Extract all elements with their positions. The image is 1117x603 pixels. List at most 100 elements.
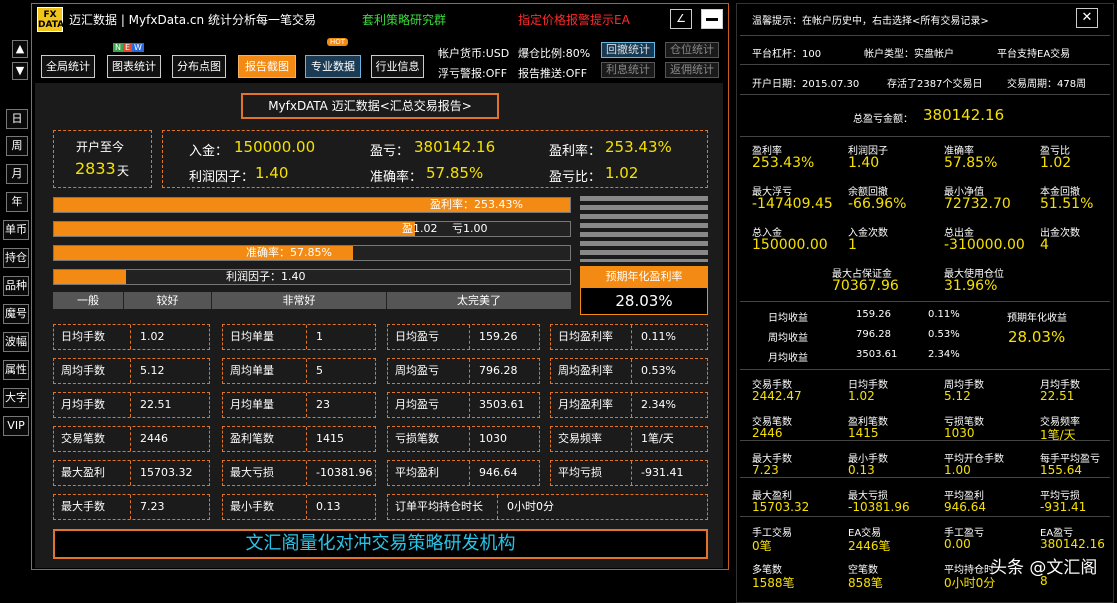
r-value: 1	[848, 237, 857, 253]
accuracy-label: 准确率：	[370, 170, 423, 185]
annual-yield-value: 28.03%	[1008, 328, 1066, 346]
minimize-button[interactable]	[701, 9, 723, 29]
r-value: 253.43%	[752, 155, 815, 171]
survival-days: 存活了2387个交易日	[887, 79, 983, 90]
stat-cell: 订单平均持仓时长 0小时0分	[387, 494, 708, 520]
tab-all-stats[interactable]: 全局统计	[41, 55, 95, 78]
r-value: 946.64	[944, 500, 986, 514]
r-value: 1.00	[944, 463, 971, 477]
r-value: 4	[1040, 237, 1049, 253]
side-year[interactable]: 年	[6, 192, 28, 212]
banner: 文汇阁量化对冲交易策略研发机构	[53, 529, 708, 559]
profit-factor-bar: 利润因子：1.40	[53, 269, 571, 285]
divider	[740, 301, 1110, 302]
edit-icon[interactable]: ∠	[670, 9, 692, 29]
report-push: 报告推送:OFF	[518, 67, 588, 80]
stat-cell: 交易笔数 2446	[53, 426, 210, 452]
profit-rate-value: 253.43%	[605, 138, 672, 156]
profit-label: 盈亏：	[370, 144, 410, 159]
interest-stats-button[interactable]: 利息统计	[601, 62, 655, 78]
close-icon[interactable]: ✕	[1076, 8, 1098, 28]
pl-ratio-value: 1.02	[605, 164, 639, 182]
r-value: 858笔	[848, 576, 883, 590]
stat-cell: 日均单量 1	[222, 324, 376, 350]
stat-cell: 亏损笔数 1030	[387, 426, 540, 452]
drawdown-stats-button[interactable]: 回撤统计	[601, 42, 655, 58]
r-value: 0笔	[752, 539, 772, 553]
stat-cell: 最小手数 0.13	[222, 494, 376, 520]
r-value: 1415	[848, 426, 879, 440]
side-volatility[interactable]: 波幅	[3, 332, 29, 352]
side-week[interactable]: 周	[6, 136, 28, 156]
liquidation-ratio: 爆仓比例:80%	[518, 47, 591, 60]
r-value: 380142.16	[1040, 537, 1105, 551]
r-value: -66.96%	[848, 196, 907, 212]
annual-value: 28.03%	[580, 287, 708, 315]
hot-badge: HOT	[327, 38, 349, 46]
scroll-up-button[interactable]: ▲	[12, 40, 28, 58]
annual-yield-label: 预期年化收益	[1007, 313, 1067, 324]
total-pl-label: 总盈亏金额：	[853, 114, 913, 125]
avg-cell: 159.26	[856, 309, 891, 320]
divider	[740, 516, 1110, 517]
accuracy-value: 57.85%	[426, 164, 484, 182]
divider	[740, 94, 1110, 95]
r-value: 1.02	[848, 389, 875, 403]
stat-cell: 日均盈利率 0.11%	[550, 324, 708, 350]
avg-cell: 日均收益	[768, 313, 808, 324]
r-value: 2442.47	[752, 389, 802, 403]
divider	[740, 35, 1110, 36]
rebate-stats-button[interactable]: 返佣统计	[665, 62, 719, 78]
since-unit: 天	[117, 164, 130, 178]
scroll-down-button[interactable]: ▼	[12, 62, 28, 80]
avg-cell: 月均收益	[768, 353, 808, 364]
tab-industry[interactable]: 行业信息	[371, 55, 424, 78]
open-date: 开户日期：2015.07.30	[752, 79, 860, 90]
side-day[interactable]: 日	[6, 109, 28, 129]
profit-rate-bar: 盈利率：253.43%	[53, 197, 571, 213]
alert-ea-link[interactable]: 指定价格报警提示EA	[518, 11, 630, 28]
tab-pro-data[interactable]: 专业数据	[305, 55, 361, 78]
pl-ratio-label: 盈亏比：	[549, 170, 602, 185]
float-alarm: 浮亏警报:OFF	[438, 67, 508, 80]
r-value: 51.51%	[1040, 196, 1094, 212]
side-attribute[interactable]: 属性	[3, 360, 29, 380]
divider	[740, 136, 1110, 137]
r-value: -931.41	[1040, 500, 1087, 514]
r-value: 57.85%	[944, 155, 998, 171]
r-value: 150000.00	[752, 237, 828, 253]
r-value: 1030	[944, 426, 975, 440]
avg-cell: 3503.61	[856, 349, 898, 360]
stat-cell: 日均盈亏 159.26	[387, 324, 540, 350]
side-large-font[interactable]: 大字	[3, 388, 29, 408]
position-stats-button[interactable]: 仓位统计	[665, 42, 719, 58]
r-value: 1588笔	[752, 576, 795, 590]
side-magic[interactable]: 魔号	[3, 304, 29, 324]
stat-cell: 周均手数 5.12	[53, 358, 210, 384]
grade-row: 一般 较好 非常好 太完美了	[53, 292, 571, 309]
side-month[interactable]: 月	[6, 164, 28, 184]
avg-cell: 796.28	[856, 329, 891, 340]
account-type: 帐户类型：实盘帐户	[864, 49, 954, 60]
tab-distribution[interactable]: 分布点图	[172, 55, 226, 78]
stat-cell: 周均单量 5	[222, 358, 376, 384]
profit-factor-value: 1.40	[255, 164, 289, 182]
r-value: 155.64	[1040, 463, 1082, 477]
stat-cell: 日均手数 1.02	[53, 324, 210, 350]
side-symbol[interactable]: 品种	[3, 276, 29, 296]
side-position[interactable]: 持仓	[3, 248, 29, 268]
stat-cell: 平均盈利 946.64	[387, 460, 540, 486]
side-vip[interactable]: VIP	[3, 416, 29, 436]
tab-report-screenshot[interactable]: 报告截图	[238, 55, 296, 78]
win-loss-bar: 盈1.02 亏1.00	[53, 221, 571, 237]
stat-cell: 月均盈亏 3503.61	[387, 392, 540, 418]
side-single-currency[interactable]: 单币	[3, 220, 29, 240]
fxdata-logo: FX DATA	[37, 7, 64, 32]
stat-cell: 月均单量 23	[222, 392, 376, 418]
leverage: 平台杠杆：100	[752, 49, 822, 60]
group-link[interactable]: 套利策略研究群	[362, 11, 446, 28]
stat-cell: 最大亏损 -10381.96	[222, 460, 376, 486]
r-value: 2446	[752, 426, 783, 440]
tab-chart-stats[interactable]: 图表统计	[107, 55, 161, 78]
r-value: 70367.96	[832, 278, 899, 294]
